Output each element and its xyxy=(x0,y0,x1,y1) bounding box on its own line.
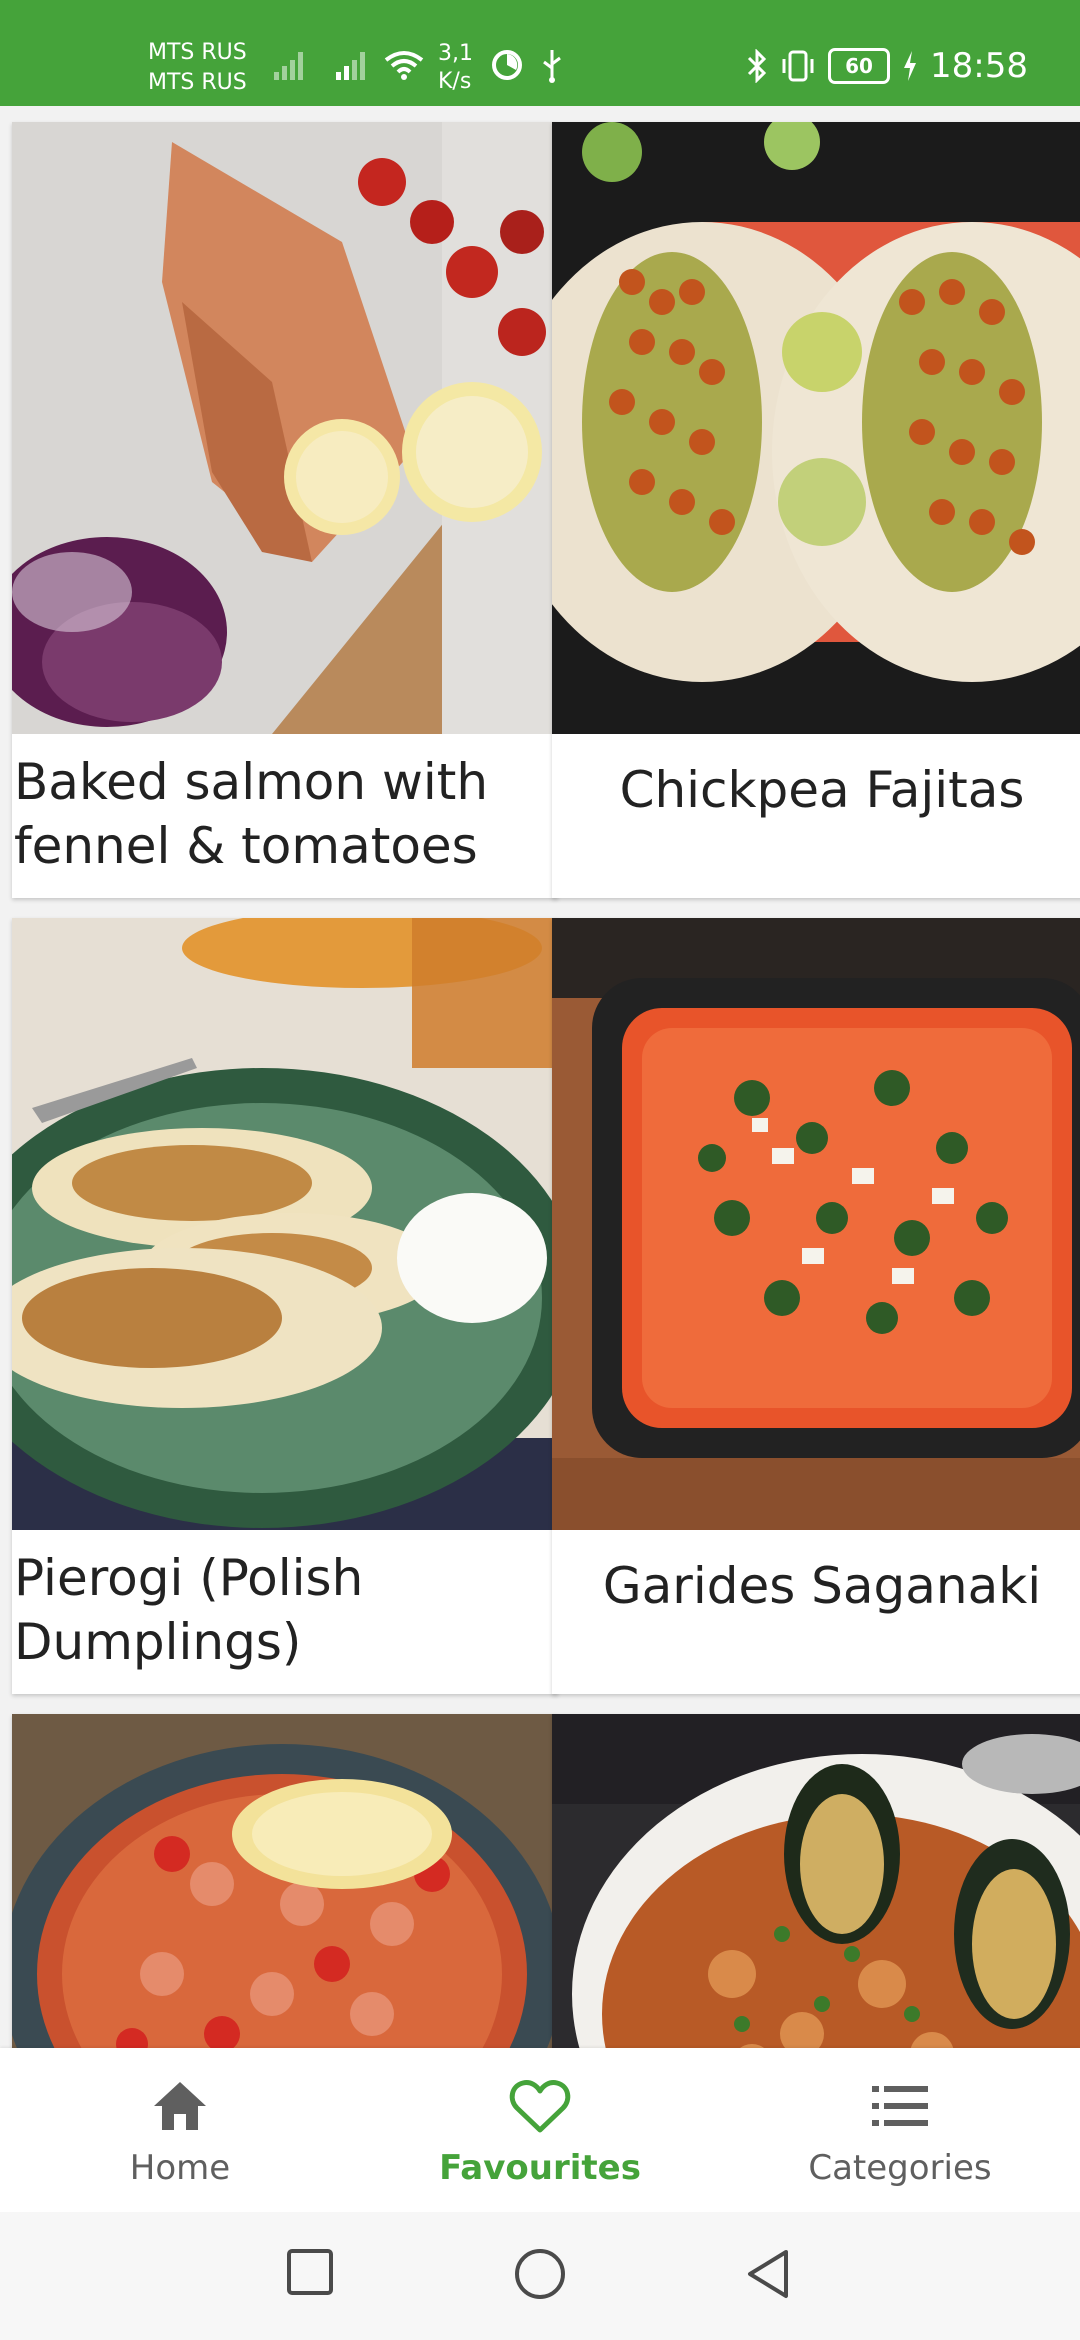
recipe-image xyxy=(12,918,558,1530)
signal-1-icon xyxy=(274,52,303,80)
vibrate-icon xyxy=(782,50,814,82)
recipe-image xyxy=(552,122,1080,734)
home-circle-icon[interactable] xyxy=(512,2246,568,2302)
recipe-card[interactable] xyxy=(552,1714,1080,2048)
speed-value: 3,1 xyxy=(438,41,473,66)
nav-home-label: Home xyxy=(129,2148,231,2188)
data-saver-icon xyxy=(492,50,522,80)
recipe-card[interactable] xyxy=(12,1714,558,2048)
recipe-card[interactable]: Baked salmon with fennel & tomatoes xyxy=(12,122,558,898)
home-icon xyxy=(154,2082,206,2130)
signal-2-icon xyxy=(336,52,365,80)
recipe-title: Chickpea Fajitas xyxy=(619,761,1025,819)
recipe-card[interactable]: Garides Saganaki xyxy=(552,918,1080,1694)
recipe-image xyxy=(552,918,1080,1530)
heart-icon xyxy=(509,2080,571,2133)
carrier-1: MTS RUS xyxy=(148,40,247,65)
list-icon xyxy=(872,2086,928,2126)
wifi-icon xyxy=(384,51,424,80)
clock: 18:58 xyxy=(930,46,1028,86)
bluetooth-icon xyxy=(747,49,767,83)
recipe-card[interactable]: Chickpea Fajitas xyxy=(552,122,1080,898)
system-navigation-bar xyxy=(0,2212,1080,2340)
network-speed: 3,1 K/s xyxy=(438,40,473,96)
recipe-title: Garides Saganaki xyxy=(602,1557,1042,1615)
usb-icon xyxy=(543,50,561,83)
carrier-labels: MTS RUS MTS RUS xyxy=(148,38,247,98)
favourites-grid[interactable]: Baked salmon with fennel & tomatoes Chic… xyxy=(0,106,1080,2048)
nav-categories[interactable]: Categories xyxy=(770,2078,1030,2188)
recipe-image xyxy=(12,122,558,734)
nav-categories-label: Categories xyxy=(808,2148,992,2188)
charging-icon xyxy=(904,51,917,81)
recipe-title: Baked salmon with fennel & tomatoes xyxy=(14,753,489,875)
recipe-card[interactable]: Pierogi (Polish Dumplings) xyxy=(12,918,558,1694)
nav-favourites-label: Favourites xyxy=(439,2148,641,2188)
status-bar: MTS RUS MTS RUS 3,1 K/s 60 18:58 xyxy=(0,0,1080,106)
nav-home[interactable]: Home xyxy=(50,2078,310,2188)
recents-icon[interactable] xyxy=(284,2246,336,2298)
recipe-image xyxy=(552,1714,1080,2048)
recipe-title: Pierogi (Polish Dumplings) xyxy=(14,1549,364,1671)
bottom-navigation: Home Favourites Categories xyxy=(0,2048,1080,2212)
back-icon[interactable] xyxy=(742,2246,794,2302)
battery-indicator: 60 xyxy=(828,48,891,84)
nav-favourites[interactable]: Favourites xyxy=(410,2078,670,2188)
status-right: 60 18:58 xyxy=(746,46,1028,86)
recipe-image xyxy=(12,1714,558,2048)
speed-unit: K/s xyxy=(438,69,472,94)
carrier-2: MTS RUS xyxy=(148,70,247,95)
